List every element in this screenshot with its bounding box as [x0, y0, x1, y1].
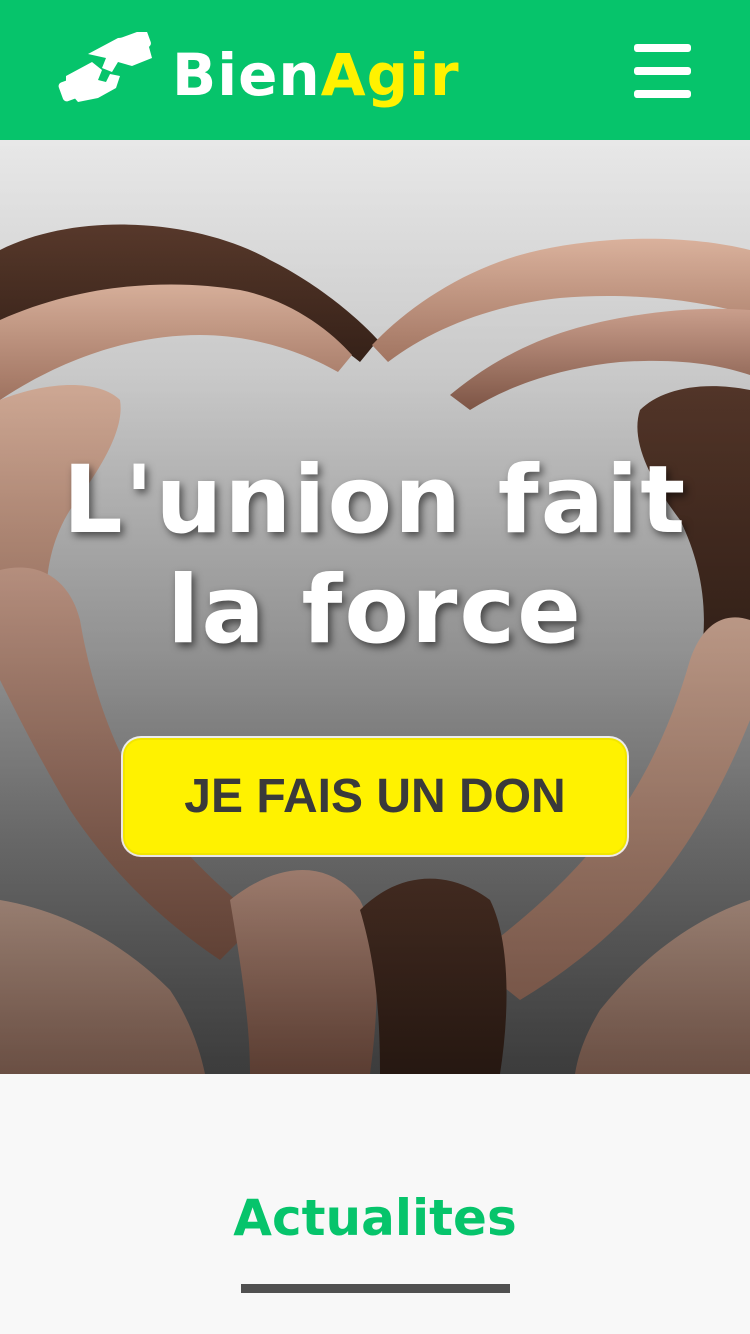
brand-word-agir: Agir — [320, 41, 460, 109]
brand-logo-text[interactable]: BienAgir — [172, 40, 460, 110]
hamburger-menu-icon[interactable] — [628, 40, 698, 102]
hero-title-line2: la force — [167, 556, 583, 665]
news-section: Actualites — [0, 1074, 750, 1334]
handshake-icon[interactable] — [58, 32, 154, 106]
brand-word-bien: Bien — [172, 41, 321, 109]
news-title: Actualites — [233, 1189, 517, 1247]
hero-title: L'union fait la force — [0, 446, 750, 666]
donate-button[interactable]: JE FAIS UN DON — [123, 738, 627, 855]
hero-title-line1: L'union fait — [62, 446, 688, 555]
title-underline — [241, 1284, 510, 1293]
hero-banner: L'union fait la force JE FAIS UN DON — [0, 140, 750, 1074]
top-header: BienAgir — [0, 0, 750, 140]
